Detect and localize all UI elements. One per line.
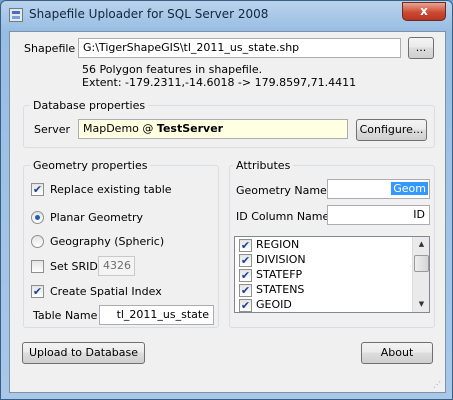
field-checkbox[interactable]: ✔ bbox=[239, 253, 252, 267]
list-scrollbar[interactable]: ▲ ▼ bbox=[412, 237, 429, 312]
id-column-input[interactable]: ID bbox=[327, 205, 430, 225]
table-name-input[interactable]: tl_2011_us_state bbox=[99, 305, 214, 325]
server-field: MapDemo @ TestServer bbox=[78, 119, 348, 139]
list-item[interactable]: ✔ GEOID bbox=[239, 298, 292, 313]
title-bar[interactable]: Shapefile Uploader for SQL Server 2008 x bbox=[1, 1, 452, 29]
shapefile-path-input[interactable]: G:\TigerShapeGIS\tl_2011_us_state.shp bbox=[78, 38, 401, 58]
extent-text: Extent: -179.2311,-14.6018 -> 179.8597,7… bbox=[82, 76, 357, 89]
browse-button[interactable]: ... bbox=[408, 37, 434, 59]
list-item[interactable]: ✔ STATENS bbox=[239, 283, 304, 298]
set-srid-label: Set SRID bbox=[50, 260, 98, 273]
app-window: Shapefile Uploader for SQL Server 2008 x… bbox=[0, 0, 453, 400]
attributes-title: Attributes bbox=[233, 159, 294, 172]
server-label: Server bbox=[34, 123, 71, 136]
scroll-thumb[interactable] bbox=[414, 255, 429, 272]
field-label: STATEFP bbox=[256, 268, 303, 281]
geometry-name-selection: Geom bbox=[391, 182, 428, 195]
scroll-up-icon[interactable]: ▲ bbox=[414, 237, 429, 252]
list-item[interactable]: ✔ STATEFP bbox=[239, 268, 302, 283]
geography-radio[interactable] bbox=[31, 235, 44, 248]
list-item[interactable]: ✔ DIVISION bbox=[239, 253, 306, 268]
list-item[interactable]: ✔ REGION bbox=[239, 238, 299, 253]
window-title: Shapefile Uploader for SQL Server 2008 bbox=[29, 7, 269, 21]
scroll-down-icon[interactable]: ▼ bbox=[414, 297, 429, 312]
resize-grip-icon[interactable]: ⋰ bbox=[433, 380, 443, 390]
id-column-label: ID Column Name bbox=[236, 210, 330, 223]
app-icon bbox=[9, 8, 23, 22]
configure-button[interactable]: Configure... bbox=[356, 119, 427, 141]
replace-table-checkbox[interactable]: ✔ bbox=[31, 183, 44, 196]
server-host: TestServer bbox=[156, 122, 224, 135]
field-checkbox[interactable]: ✔ bbox=[239, 238, 252, 252]
field-label: GEOID bbox=[256, 298, 292, 311]
close-button[interactable]: x bbox=[402, 2, 446, 21]
planar-geometry-label: Planar Geometry bbox=[50, 211, 144, 224]
field-checkbox[interactable]: ✔ bbox=[239, 268, 252, 282]
srid-input[interactable]: 4326 bbox=[98, 256, 135, 276]
about-button[interactable]: About bbox=[361, 342, 433, 364]
geography-label: Geography (Spheric) bbox=[50, 235, 165, 248]
geometry-name-label: Geometry Name bbox=[236, 184, 327, 197]
attribute-field-list[interactable]: ✔ REGION ✔ DIVISION ✔ STATEFP ✔ STATENS ✔ GEO… bbox=[234, 236, 430, 313]
table-name-label: Table Name bbox=[33, 309, 98, 322]
field-label: STATENS bbox=[256, 283, 305, 296]
database-properties-title: Database properties bbox=[30, 99, 149, 112]
replace-table-label: Replace existing table bbox=[50, 183, 172, 196]
planar-geometry-radio[interactable] bbox=[31, 211, 44, 224]
set-srid-checkbox[interactable] bbox=[31, 260, 44, 273]
client-area: Shapefile G:\TigerShapeGIS\tl_2011_us_st… bbox=[9, 31, 446, 393]
geometry-properties-title: Geometry properties bbox=[30, 159, 151, 172]
upload-button[interactable]: Upload to Database bbox=[22, 342, 145, 364]
geometry-name-input[interactable]: Geom bbox=[327, 179, 430, 199]
shapefile-label: Shapefile bbox=[24, 42, 76, 55]
spatial-index-label: Create Spatial Index bbox=[50, 285, 162, 298]
field-label: DIVISION bbox=[256, 253, 306, 266]
field-checkbox[interactable]: ✔ bbox=[239, 298, 252, 312]
field-label: REGION bbox=[256, 238, 300, 251]
field-checkbox[interactable]: ✔ bbox=[239, 283, 252, 297]
feature-count-text: 56 Polygon features in shapefile. bbox=[82, 63, 263, 76]
spatial-index-checkbox[interactable]: ✔ bbox=[31, 285, 44, 298]
server-name: MapDemo @ bbox=[83, 122, 154, 135]
